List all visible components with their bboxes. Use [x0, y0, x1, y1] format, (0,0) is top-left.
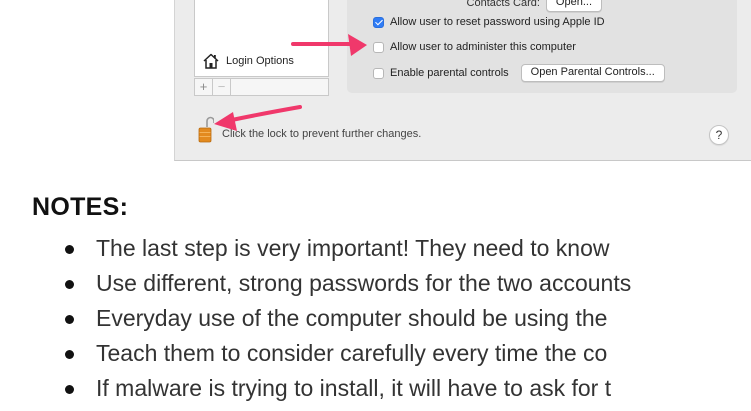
- reset-password-checkbox[interactable]: [373, 16, 384, 28]
- parental-controls-label[interactable]: Enable parental controls: [390, 67, 509, 79]
- help-button[interactable]: ?: [709, 125, 729, 145]
- remove-user-button[interactable]: −: [213, 79, 231, 95]
- contacts-card-row: Contacts Card: Open...: [347, 0, 602, 12]
- login-options-item[interactable]: Login Options: [202, 50, 294, 72]
- contacts-card-label: Contacts Card:: [466, 0, 540, 9]
- add-user-button[interactable]: +: [195, 79, 213, 95]
- user-settings-panel: Contacts Card: Open... Allow user to res…: [347, 0, 737, 93]
- administer-checkbox[interactable]: [373, 41, 384, 53]
- notes-heading: NOTES:: [32, 193, 129, 221]
- notes-list: The last step is very important! They ne…: [0, 235, 751, 410]
- user-list[interactable]: Login Options: [194, 0, 329, 77]
- reset-password-option[interactable]: Allow user to reset password using Apple…: [373, 14, 605, 30]
- administer-label: Allow user to administer this computer: [390, 41, 576, 53]
- unlocked-padlock-icon[interactable]: [198, 115, 214, 143]
- users-groups-pane: Login Options + − Contacts Card: Open...…: [174, 0, 751, 161]
- house-icon: [202, 52, 220, 70]
- parental-controls-checkbox[interactable]: [373, 67, 384, 79]
- note-item: Everyday use of the computer should be u…: [0, 305, 751, 340]
- contacts-open-button[interactable]: Open...: [545, 0, 602, 12]
- lock-area: Click the lock to prevent further change…: [198, 113, 421, 143]
- lock-instruction-text: Click the lock to prevent further change…: [222, 128, 422, 140]
- note-item: Use different, strong passwords for the …: [0, 270, 751, 305]
- note-item: The last step is very important! They ne…: [0, 235, 751, 270]
- administer-option[interactable]: Allow user to administer this computer: [373, 39, 576, 55]
- login-options-label: Login Options: [226, 55, 294, 67]
- note-item: If malware is trying to install, it will…: [0, 375, 751, 410]
- add-remove-bar: + −: [194, 78, 329, 96]
- note-item: Teach them to consider carefully every t…: [0, 340, 751, 375]
- parental-controls-option: Enable parental controls Open Parental C…: [373, 64, 665, 82]
- reset-password-label: Allow user to reset password using Apple…: [390, 16, 605, 28]
- open-parental-controls-button[interactable]: Open Parental Controls...: [520, 64, 665, 82]
